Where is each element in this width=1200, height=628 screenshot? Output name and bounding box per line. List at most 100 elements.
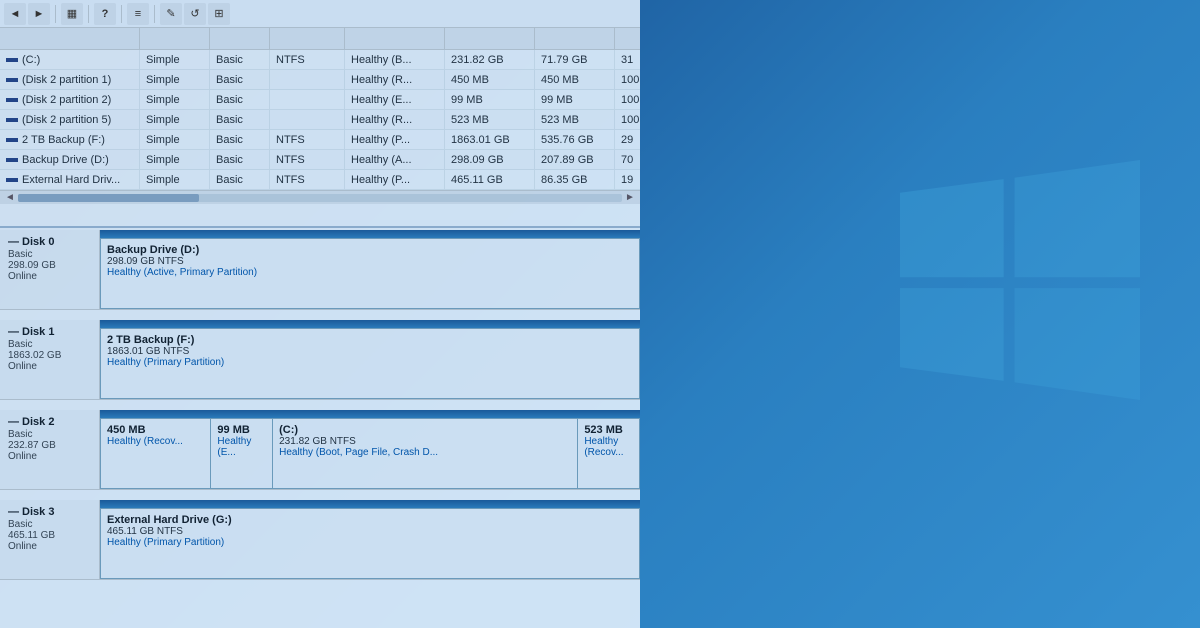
disk-row: — Disk 1 Basic 1863.02 GB Online 2 TB Ba…	[0, 320, 640, 400]
disk-parts-row: Backup Drive (D:) 298.09 GB NTFS Healthy…	[100, 238, 640, 309]
table-cell: Simple	[140, 170, 210, 189]
table-cell: External Hard Driv...	[0, 170, 140, 189]
horizontal-scrollbar[interactable]: ◄ ►	[0, 190, 640, 204]
partition[interactable]: External Hard Drive (G:) 465.11 GB NTFS …	[100, 508, 640, 579]
disk-online-status: Online	[8, 451, 91, 462]
table-cell: 450 MB	[445, 70, 535, 89]
table-cell: 535.76 GB	[535, 130, 615, 149]
toolbar-separator-3	[121, 5, 122, 23]
table-cell: 19	[615, 170, 640, 189]
table-cell: Simple	[140, 150, 210, 169]
disk-parts-row: External Hard Drive (G:) 465.11 GB NTFS …	[100, 508, 640, 579]
disk-online-status: Online	[8, 361, 91, 372]
partition-status: Healthy (Recov...	[584, 436, 633, 458]
disk-row-spacer	[0, 492, 640, 498]
disk-name: — Disk 0	[8, 236, 91, 248]
disk-parts-row: 2 TB Backup (F:) 1863.01 GB NTFS Healthy…	[100, 328, 640, 399]
table-row[interactable]: (Disk 2 partition 2)SimpleBasicHealthy (…	[0, 90, 640, 110]
disk-row-spacer	[0, 402, 640, 408]
table-cell: 231.82 GB	[445, 50, 535, 69]
table-cell: Basic	[210, 170, 270, 189]
partition-size: 298.09 GB NTFS	[107, 256, 633, 267]
disk-row-spacer	[0, 312, 640, 318]
table-cell: Basic	[210, 150, 270, 169]
partition-name: 2 TB Backup (F:)	[107, 334, 633, 346]
partition[interactable]: 450 MB Healthy (Recov...	[100, 418, 211, 489]
disk-top-bar	[100, 410, 640, 418]
scroll-track[interactable]	[18, 194, 622, 202]
action1-btn[interactable]: ✎	[160, 3, 182, 25]
disk-label: — Disk 2 Basic 232.87 GB Online	[0, 410, 100, 490]
table-row[interactable]: Backup Drive (D:)SimpleBasicNTFSHealthy …	[0, 150, 640, 170]
disk-name: — Disk 2	[8, 416, 91, 428]
table-cell: 523 MB	[445, 110, 535, 129]
properties-btn[interactable]: ⊞	[208, 3, 230, 25]
help-btn[interactable]: ?	[94, 3, 116, 25]
volume-icon	[6, 58, 18, 62]
table-cell: (C:)	[0, 50, 140, 69]
partition-name: Backup Drive (D:)	[107, 244, 633, 256]
partition-name: 523 MB	[584, 424, 633, 436]
disk-top-bar	[100, 500, 640, 508]
partition[interactable]: 99 MB Healthy (E...	[211, 418, 273, 489]
table-cell: Healthy (P...	[345, 170, 445, 189]
disk-partitions-area: 2 TB Backup (F:) 1863.01 GB NTFS Healthy…	[100, 320, 640, 400]
col-header-volume	[0, 28, 140, 49]
partition[interactable]: (C:) 231.82 GB NTFS Healthy (Boot, Page …	[273, 418, 578, 489]
table-cell: Basic	[210, 90, 270, 109]
table-cell: Simple	[140, 50, 210, 69]
table-cell: Backup Drive (D:)	[0, 150, 140, 169]
partition-size: 465.11 GB NTFS	[107, 526, 633, 537]
table-cell: 2 TB Backup (F:)	[0, 130, 140, 149]
toolbar: ◄ ► ▦ ? ≡ ✎ ↺ ⊞	[0, 0, 640, 28]
list-view-btn[interactable]: ≡	[127, 3, 149, 25]
table-cell: Simple	[140, 110, 210, 129]
partition-status: Healthy (Recov...	[107, 436, 204, 447]
col-header-type	[210, 28, 270, 49]
forward-btn[interactable]: ►	[28, 3, 50, 25]
disk-size: 465.11 GB	[8, 530, 91, 541]
back-btn[interactable]: ◄	[4, 3, 26, 25]
table-cell: Healthy (R...	[345, 70, 445, 89]
partition-name: (C:)	[279, 424, 571, 436]
disk-row-spacer	[0, 582, 640, 588]
disk-online-status: Online	[8, 541, 91, 552]
table-cell: NTFS	[270, 50, 345, 69]
volume-icon	[6, 138, 18, 142]
partition-status: Healthy (Primary Partition)	[107, 357, 633, 368]
table-cell: 86.35 GB	[535, 170, 615, 189]
disk-type: Basic	[8, 429, 91, 440]
scroll-right-btn[interactable]: ►	[622, 191, 638, 205]
disk-map-pane[interactable]: — Disk 0 Basic 298.09 GB Online Backup D…	[0, 228, 640, 628]
partition-size: 231.82 GB NTFS	[279, 436, 571, 447]
disk-size: 298.09 GB	[8, 260, 91, 271]
table-cell: Basic	[210, 50, 270, 69]
volume-table-body: (C:)SimpleBasicNTFSHealthy (B...231.82 G…	[0, 50, 640, 190]
table-cell: NTFS	[270, 170, 345, 189]
table-cell: Basic	[210, 70, 270, 89]
col-header-layout	[140, 28, 210, 49]
table-row[interactable]: 2 TB Backup (F:)SimpleBasicNTFSHealthy (…	[0, 130, 640, 150]
table-cell: 207.89 GB	[535, 150, 615, 169]
table-row[interactable]: (C:)SimpleBasicNTFSHealthy (B...231.82 G…	[0, 50, 640, 70]
table-row[interactable]: (Disk 2 partition 5)SimpleBasicHealthy (…	[0, 110, 640, 130]
partition[interactable]: 2 TB Backup (F:) 1863.01 GB NTFS Healthy…	[100, 328, 640, 399]
table-cell: (Disk 2 partition 1)	[0, 70, 140, 89]
scroll-thumb[interactable]	[18, 194, 199, 202]
volume-icon	[6, 178, 18, 182]
rescan-btn[interactable]: ↺	[184, 3, 206, 25]
table-cell: Basic	[210, 130, 270, 149]
table-row[interactable]: (Disk 2 partition 1)SimpleBasicHealthy (…	[0, 70, 640, 90]
table-cell: Healthy (B...	[345, 50, 445, 69]
volume-list-pane: (C:)SimpleBasicNTFSHealthy (B...231.82 G…	[0, 28, 640, 228]
disk-management-panel: ◄ ► ▦ ? ≡ ✎ ↺ ⊞ (C:)SimpleBasicNTFSHealt…	[0, 0, 640, 628]
disk-type: Basic	[8, 519, 91, 530]
disk-view-btn[interactable]: ▦	[61, 3, 83, 25]
scroll-left-btn[interactable]: ◄	[2, 191, 18, 205]
partition[interactable]: Backup Drive (D:) 298.09 GB NTFS Healthy…	[100, 238, 640, 309]
table-row[interactable]: External Hard Driv...SimpleBasicNTFSHeal…	[0, 170, 640, 190]
partition[interactable]: 523 MB Healthy (Recov...	[578, 418, 640, 489]
partition-status: Healthy (Active, Primary Partition)	[107, 267, 633, 278]
disk-top-bar	[100, 320, 640, 328]
col-header-pctfree	[615, 28, 640, 49]
